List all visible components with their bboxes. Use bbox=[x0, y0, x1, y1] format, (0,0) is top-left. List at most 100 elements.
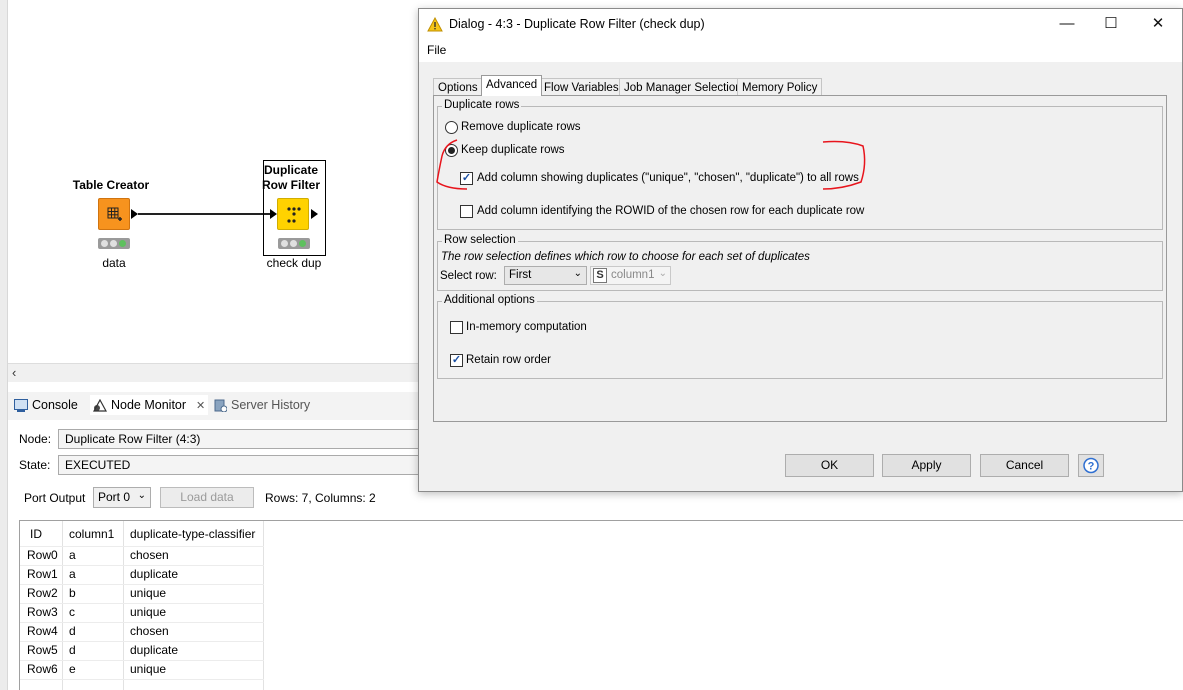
table-grid-icon bbox=[107, 207, 122, 221]
row-selection-description: The row selection defines which row to c… bbox=[441, 251, 810, 263]
row-selection-title: Row selection bbox=[442, 234, 518, 246]
node-label-check-dup: check dup bbox=[266, 256, 322, 270]
workflow-canvas[interactable]: Table Creator data Duplicate Row Filter … bbox=[8, 0, 420, 362]
ok-button[interactable]: OK bbox=[785, 454, 874, 477]
table-header-column1[interactable]: column1 bbox=[62, 525, 114, 544]
canvas-horizontal-scrollbar[interactable]: ‹ bbox=[8, 363, 420, 382]
table-cell: duplicate bbox=[130, 567, 179, 581]
data-table: ID column1 duplicate-type-classifier Row… bbox=[19, 520, 1183, 690]
close-tab-icon[interactable]: ✕ bbox=[196, 399, 205, 412]
retain-order-checkbox[interactable]: ✓ bbox=[450, 354, 463, 367]
remove-duplicates-radio[interactable] bbox=[445, 121, 458, 134]
table-row-id: Row1 bbox=[27, 567, 58, 581]
node-title-table-creator: Table Creator bbox=[72, 178, 150, 192]
panel-tab-bar: Console Node Monitor ✕ Server History bbox=[8, 392, 420, 420]
select-row-value: First bbox=[509, 269, 532, 281]
in-memory-checkbox[interactable] bbox=[450, 321, 463, 334]
select-row-label: Select row: bbox=[440, 270, 497, 282]
cancel-button[interactable]: Cancel bbox=[980, 454, 1069, 477]
node-monitor-icon bbox=[93, 398, 107, 412]
tab-node-monitor[interactable]: Node Monitor ✕ bbox=[90, 395, 209, 415]
table-cell: e bbox=[69, 662, 76, 676]
node-title-duplicate-line1: Duplicate bbox=[263, 163, 318, 177]
duplicate-rows-title: Duplicate rows bbox=[442, 99, 522, 111]
table-cell: unique bbox=[130, 586, 167, 600]
warning-triangle-icon bbox=[427, 17, 443, 32]
tab-memory-policy[interactable]: Memory Policy bbox=[737, 78, 823, 96]
remove-duplicates-label[interactable]: Remove duplicate rows bbox=[461, 121, 581, 133]
table-cell: a bbox=[69, 567, 76, 581]
duplicate-row-filter-dialog: Dialog - 4:3 - Duplicate Row Filter (che… bbox=[418, 8, 1183, 492]
tab-advanced[interactable]: Advanced bbox=[481, 75, 543, 96]
table-creator-status-light bbox=[98, 238, 130, 249]
duplicate-filter-status-light bbox=[278, 238, 310, 249]
state-field-value: EXECUTED bbox=[58, 455, 423, 475]
select-row-dropdown[interactable]: First ⌄ bbox=[504, 266, 587, 285]
chevron-down-icon: ⌄ bbox=[137, 490, 146, 501]
table-cell: d bbox=[69, 624, 76, 638]
additional-options-group: Additional options In-memory computation… bbox=[437, 294, 1163, 379]
connection-line bbox=[138, 213, 272, 215]
output-port-arrow[interactable] bbox=[311, 209, 318, 219]
port-select-value: Port 0 bbox=[98, 490, 131, 504]
column-dropdown[interactable]: S column1 ⌄ bbox=[590, 266, 671, 285]
server-history-icon bbox=[214, 399, 227, 412]
table-cell: chosen bbox=[130, 624, 169, 638]
tab-node-monitor-label: Node Monitor bbox=[111, 398, 187, 412]
node-field-value: Duplicate Row Filter (4:3) bbox=[58, 429, 423, 449]
left-edge-strip bbox=[0, 0, 8, 690]
console-icon bbox=[14, 398, 28, 412]
rows-columns-info: Rows: 7, Columns: 2 bbox=[265, 491, 376, 505]
chevron-down-icon: ⌄ bbox=[573, 268, 582, 279]
maximize-icon[interactable]: ☐ bbox=[1097, 13, 1125, 35]
tab-options[interactable]: Options bbox=[433, 78, 483, 96]
table-cell: duplicate bbox=[130, 643, 179, 657]
port-output-select[interactable]: Port 0 ⌄ bbox=[93, 487, 151, 508]
table-cell: unique bbox=[130, 605, 167, 619]
dialog-title: Dialog - 4:3 - Duplicate Row Filter (che… bbox=[449, 17, 705, 31]
tab-server-history[interactable]: Server History bbox=[214, 398, 310, 412]
table-cell: c bbox=[69, 605, 75, 619]
tab-console[interactable]: Console bbox=[14, 398, 78, 412]
add-rowid-checkbox[interactable] bbox=[460, 205, 473, 218]
close-icon[interactable]: ✕ bbox=[1144, 13, 1172, 35]
dialog-menubar: File bbox=[419, 40, 1182, 62]
red-annotation-bracket bbox=[436, 139, 866, 190]
help-button[interactable]: ? bbox=[1078, 454, 1104, 477]
load-data-button[interactable]: Load data bbox=[160, 487, 254, 508]
add-rowid-label[interactable]: Add column identifying the ROWID of the … bbox=[477, 205, 864, 217]
string-type-badge: S bbox=[593, 268, 607, 283]
table-row-id: Row6 bbox=[27, 662, 58, 676]
tab-server-history-label: Server History bbox=[231, 398, 311, 412]
help-icon: ? bbox=[1083, 457, 1099, 474]
duplicate-row-filter-node-icon[interactable] bbox=[277, 198, 309, 230]
scroll-left-icon[interactable]: ‹ bbox=[12, 364, 16, 382]
node-field-label: Node: bbox=[19, 432, 52, 446]
table-row-id: Row4 bbox=[27, 624, 58, 638]
apply-button[interactable]: Apply bbox=[882, 454, 971, 477]
minimize-icon[interactable]: — bbox=[1053, 13, 1081, 35]
port-output-label: Port Output bbox=[24, 491, 86, 505]
table-cell: a bbox=[69, 548, 76, 562]
tab-job-manager-selection[interactable]: Job Manager Selection bbox=[619, 78, 747, 96]
table-cell: unique bbox=[130, 662, 167, 676]
output-port-arrow[interactable] bbox=[131, 209, 138, 219]
node-title-duplicate-line2: Row Filter bbox=[261, 178, 320, 192]
node-label-data: data bbox=[102, 256, 126, 270]
tab-console-label: Console bbox=[32, 398, 78, 412]
menu-file[interactable]: File bbox=[427, 43, 446, 57]
duplicate-dots-icon bbox=[287, 207, 301, 223]
column-value: column1 bbox=[611, 269, 655, 281]
row-divider bbox=[20, 679, 264, 680]
additional-options-title: Additional options bbox=[442, 294, 537, 306]
table-creator-node-icon[interactable] bbox=[98, 198, 130, 230]
table-header-id[interactable]: ID bbox=[23, 525, 42, 544]
svg-text:?: ? bbox=[1088, 461, 1095, 473]
chevron-down-icon: ⌄ bbox=[658, 268, 667, 279]
retain-order-label[interactable]: Retain row order bbox=[466, 354, 551, 366]
in-memory-label[interactable]: In-memory computation bbox=[466, 321, 587, 333]
table-header-classifier[interactable]: duplicate-type-classifier bbox=[123, 525, 255, 544]
tab-flow-variables[interactable]: Flow Variables bbox=[539, 78, 624, 96]
table-row-id: Row2 bbox=[27, 586, 58, 600]
dialog-titlebar[interactable]: Dialog - 4:3 - Duplicate Row Filter (che… bbox=[419, 9, 1182, 40]
